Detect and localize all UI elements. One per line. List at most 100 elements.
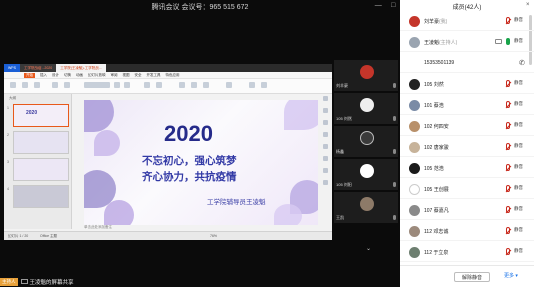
member-row[interactable]: 102 何四安 静音 bbox=[400, 117, 534, 136]
share-banner-text: 王凌魁的屏幕共享 bbox=[29, 279, 74, 286]
member-row[interactable]: 105 范浩 静音 bbox=[400, 159, 534, 178]
member-row[interactable]: 15353501139 ✆ bbox=[400, 54, 534, 73]
mic-icon bbox=[393, 149, 396, 154]
layout-icon[interactable] bbox=[64, 82, 70, 88]
menu-slideshow[interactable]: 幻灯片放映 bbox=[88, 73, 106, 78]
member-row[interactable]: 107 蔡嘉凡 静音 bbox=[400, 201, 534, 220]
tool-icon[interactable] bbox=[323, 96, 328, 101]
arrange-icon[interactable] bbox=[203, 82, 209, 88]
wps-home-tab[interactable]: WPS bbox=[4, 64, 20, 72]
menu-dev-tools[interactable]: 开发工具 bbox=[147, 73, 161, 78]
italic-icon[interactable] bbox=[124, 82, 130, 88]
tool-icon[interactable] bbox=[323, 168, 328, 173]
video-tile[interactable]: 杨鑫 bbox=[334, 126, 398, 158]
member-row[interactable]: 105 王创展 静音 bbox=[400, 180, 534, 199]
tool-icon[interactable] bbox=[323, 156, 328, 161]
textbox-icon[interactable] bbox=[179, 82, 185, 88]
member-row[interactable]: 101 蔡浩 静音 bbox=[400, 96, 534, 115]
cut-icon[interactable] bbox=[22, 82, 28, 88]
menu-security[interactable]: 安全 bbox=[135, 73, 142, 78]
menu-design[interactable]: 设计 bbox=[52, 73, 59, 78]
notes-area[interactable]: 单击此处添加备注 bbox=[84, 225, 318, 230]
wps-menu-bar: 开始 插入 设计 切换 动画 幻灯片放映 审阅 视图 安全 开发工具 特色应用 bbox=[4, 72, 332, 79]
chevron-down-icon[interactable]: ⌄ bbox=[366, 245, 371, 252]
menu-animation[interactable]: 动画 bbox=[76, 73, 83, 78]
mic-muted-icon[interactable] bbox=[506, 185, 510, 192]
avatar bbox=[409, 37, 420, 48]
mic-muted-icon[interactable] bbox=[506, 206, 510, 213]
tile-name: 105 刘阳 bbox=[336, 182, 352, 187]
mic-muted-icon[interactable] bbox=[506, 80, 510, 87]
member-name-text: 15353501139 bbox=[424, 60, 455, 66]
video-tile[interactable]: 105 刘阳 bbox=[334, 159, 398, 191]
tool-icon[interactable] bbox=[323, 132, 328, 137]
paste-icon[interactable] bbox=[10, 82, 16, 88]
member-row[interactable]: 刘羊豪(我) 静音 bbox=[400, 12, 534, 31]
zoom-level[interactable]: 76% bbox=[210, 234, 217, 238]
slide-thumb-3[interactable]: 3 bbox=[7, 158, 69, 181]
mute-button[interactable]: 静音 bbox=[514, 101, 523, 107]
mute-button[interactable]: 静音 bbox=[514, 143, 523, 149]
member-row[interactable]: 112 于立泉 静音 bbox=[400, 243, 534, 262]
maximize-icon[interactable]: □ bbox=[391, 2, 395, 9]
bold-icon[interactable] bbox=[114, 82, 120, 88]
slide-thumb-4[interactable]: 4 bbox=[7, 185, 69, 208]
video-tile[interactable]: 105 刘然 bbox=[334, 93, 398, 125]
mute-button[interactable]: 静音 bbox=[514, 227, 523, 233]
menu-insert[interactable]: 插入 bbox=[40, 73, 47, 78]
tool-icon[interactable] bbox=[323, 120, 328, 125]
menu-review[interactable]: 审阅 bbox=[111, 73, 118, 78]
mute-button[interactable]: 静音 bbox=[514, 122, 523, 128]
new-slide-icon[interactable] bbox=[52, 82, 58, 88]
picture-icon[interactable] bbox=[226, 82, 232, 88]
format-painter-icon[interactable] bbox=[34, 82, 40, 88]
video-tile[interactable]: 刘羊豪 bbox=[334, 60, 398, 92]
mute-button[interactable]: 静音 bbox=[514, 206, 523, 212]
font-select[interactable] bbox=[84, 82, 110, 88]
align-icon[interactable] bbox=[144, 82, 150, 88]
mute-button[interactable]: 静音 bbox=[514, 17, 523, 23]
unmute-all-button[interactable]: 解除静音 bbox=[454, 272, 490, 282]
select-icon[interactable] bbox=[261, 82, 267, 88]
mute-button[interactable]: 静音 bbox=[514, 185, 523, 191]
member-row[interactable]: 112 邓志诚 静音 bbox=[400, 222, 534, 241]
slide-thumb-2[interactable]: 2 bbox=[7, 131, 69, 154]
mic-muted-icon[interactable] bbox=[506, 143, 510, 150]
member-row[interactable]: 105 刘然 静音 bbox=[400, 75, 534, 94]
menu-transition[interactable]: 切换 bbox=[64, 73, 71, 78]
avatar bbox=[409, 247, 420, 258]
mute-button[interactable]: 静音 bbox=[514, 248, 523, 254]
list-icon[interactable] bbox=[156, 82, 162, 88]
mic-muted-icon[interactable] bbox=[506, 227, 510, 234]
mic-on-icon[interactable] bbox=[506, 38, 510, 45]
mute-button[interactable]: 静音 bbox=[514, 80, 523, 86]
tool-icon[interactable] bbox=[323, 144, 328, 149]
member-row[interactable]: 102 唐家骏 静音 bbox=[400, 138, 534, 157]
menu-view[interactable]: 视图 bbox=[123, 73, 130, 78]
more-button[interactable]: 更多 ▾ bbox=[504, 272, 518, 279]
host-badge: 主持人 bbox=[0, 277, 18, 286]
shape-icon[interactable] bbox=[191, 82, 197, 88]
tool-icon[interactable] bbox=[323, 108, 328, 113]
wps-doc-tab[interactable]: 工学院战疫...2020 bbox=[19, 64, 57, 72]
mic-muted-icon[interactable] bbox=[506, 101, 510, 108]
mic-muted-icon[interactable] bbox=[506, 122, 510, 129]
menu-special[interactable]: 特色应用 bbox=[166, 73, 180, 78]
menu-home[interactable]: 开始 bbox=[24, 72, 35, 78]
camera-icon[interactable] bbox=[495, 39, 502, 44]
member-row[interactable]: 王凌魁(主持人) 静音 bbox=[400, 33, 534, 52]
mic-muted-icon[interactable] bbox=[506, 248, 510, 255]
find-icon[interactable] bbox=[249, 82, 255, 88]
tool-icon[interactable] bbox=[323, 180, 328, 185]
video-tile[interactable]: 王凯 bbox=[334, 192, 398, 224]
minimize-icon[interactable]: — bbox=[375, 2, 382, 9]
wps-doc-tab-active[interactable]: 工学院(王凌魁)-工学院战... bbox=[56, 64, 106, 72]
close-icon[interactable]: × bbox=[526, 2, 530, 8]
mic-muted-icon[interactable] bbox=[506, 164, 510, 171]
avatar bbox=[409, 121, 420, 132]
mute-button[interactable]: 静音 bbox=[514, 38, 523, 44]
mute-button[interactable]: 静音 bbox=[514, 164, 523, 170]
slide-thumb-1[interactable]: 1 2020 bbox=[7, 104, 69, 127]
outline-label[interactable]: 大纲 bbox=[9, 96, 16, 101]
mic-muted-icon[interactable] bbox=[506, 17, 510, 24]
